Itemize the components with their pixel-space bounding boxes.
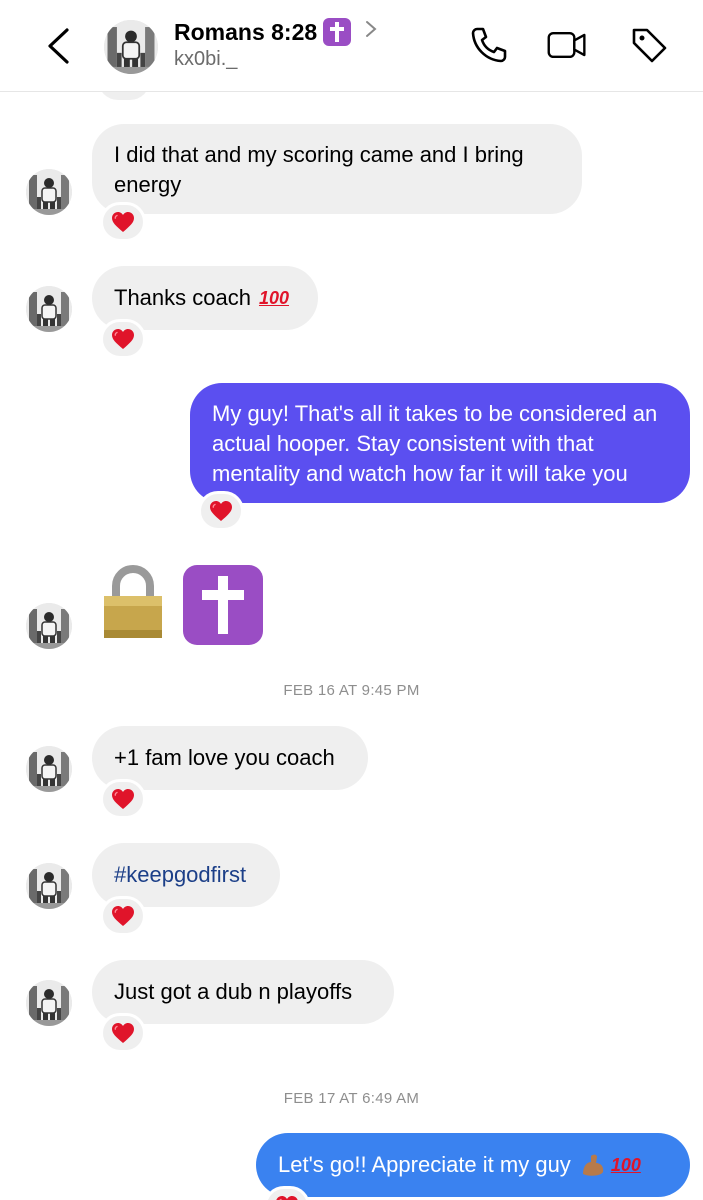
sender-avatar[interactable]: [26, 286, 72, 332]
message-text: Just got a dub n playoffs: [114, 979, 353, 1004]
sender-avatar[interactable]: [26, 603, 72, 649]
message-text: Thanks coach: [114, 285, 251, 310]
phone-icon[interactable]: [468, 24, 510, 66]
incoming-message-bubble[interactable]: I did that and my scoring came and I bri…: [92, 124, 582, 214]
contact-username: kx0bi._: [174, 48, 238, 70]
chevron-right-icon: [365, 20, 377, 44]
emoji-message[interactable]: [100, 564, 264, 646]
contact-name: Romans 8:28: [174, 18, 318, 45]
sender-avatar[interactable]: [26, 980, 72, 1026]
hundred-points-emoji: 100: [258, 288, 290, 308]
contact-info[interactable]: Romans 8:28 kx0bi._: [174, 18, 377, 71]
heart-reaction-icon[interactable]: [100, 779, 146, 819]
sender-avatar[interactable]: [26, 863, 72, 909]
chat-header: Romans 8:28 kx0bi._: [0, 0, 703, 92]
contact-avatar[interactable]: [104, 20, 158, 74]
message-text: My guy! That's all it takes to be consid…: [212, 401, 658, 486]
flexed-biceps-emoji: [579, 1152, 607, 1178]
outgoing-message-bubble[interactable]: Let's go!! Appreciate it my guy 100: [256, 1133, 690, 1197]
heart-reaction-icon[interactable]: [100, 1013, 146, 1053]
sender-avatar[interactable]: [26, 169, 72, 215]
message-text: +1 fam love you coach: [114, 745, 335, 770]
heart-reaction-icon[interactable]: [100, 319, 146, 359]
latin-cross-emoji: [323, 18, 352, 46]
video-camera-icon[interactable]: [546, 24, 588, 66]
back-chevron-icon[interactable]: [40, 24, 80, 68]
heart-reaction-icon[interactable]: [100, 896, 146, 936]
hundred-points-emoji: 100: [610, 1155, 641, 1175]
latin-cross-emoji: [183, 565, 263, 645]
outgoing-message-bubble[interactable]: My guy! That's all it takes to be consid…: [190, 383, 690, 503]
date-separator: FEB 17 AT 6:49 AM: [283, 1090, 420, 1107]
heart-reaction-icon[interactable]: [198, 491, 244, 531]
incoming-message-bubble[interactable]: Just got a dub n playoffs: [92, 960, 394, 1024]
tag-icon[interactable]: [628, 24, 670, 66]
lock-emoji: [104, 564, 162, 638]
date-separator: FEB 16 AT 9:45 PM: [283, 682, 420, 699]
message-text: Let's go!! Appreciate it my guy: [278, 1152, 571, 1177]
heart-reaction-icon[interactable]: [100, 202, 146, 242]
message-text: I did that and my scoring came and I bri…: [114, 142, 524, 197]
sender-avatar[interactable]: [26, 746, 72, 792]
hashtag-link[interactable]: #keepgodfirst: [114, 860, 246, 890]
